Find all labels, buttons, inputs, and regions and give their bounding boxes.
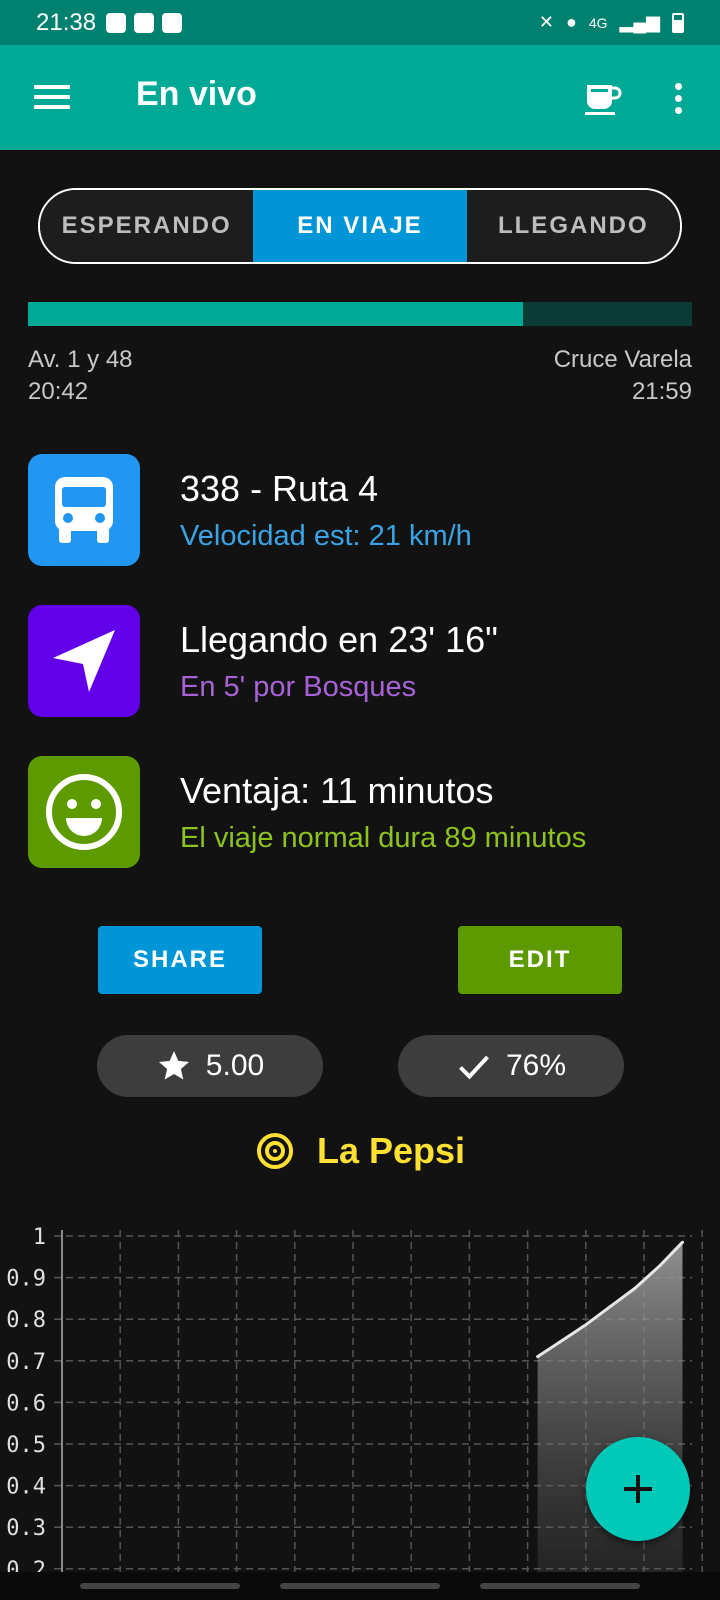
rating-value: 5.00 <box>205 1049 265 1082</box>
accuracy-value: 76% <box>505 1049 567 1082</box>
chart-point <box>558 1340 562 1344</box>
more-options-icon[interactable] <box>666 79 690 119</box>
app-notification-icon <box>162 12 183 33</box>
chart-point <box>633 1286 637 1290</box>
chart-y-tick-label: 0.7 <box>6 1350 46 1375</box>
advantage-subtitle: El viaje normal dura 89 minutos <box>180 822 587 854</box>
arrival-title: Llegando en 23' 16" <box>180 619 498 660</box>
mute-icon: ✕ <box>538 12 554 32</box>
trip-progress-fill <box>28 302 523 326</box>
signal-icon: ▂▄▆ <box>619 12 660 32</box>
chart-point <box>608 1305 612 1309</box>
location-icon: ● <box>565 12 577 32</box>
arrival-info-row: Llegando en 23' 16" En 5' por Bosques <box>28 605 692 717</box>
origin-time: 20:42 <box>28 378 89 405</box>
target-location-icon <box>256 1133 293 1169</box>
route-origin: Av. 1 y 48 20:42 <box>28 344 133 408</box>
home-button[interactable] <box>280 1583 440 1589</box>
bus-icon <box>28 454 140 566</box>
speed-estimate: Velocidad est: 21 km/h <box>180 520 472 552</box>
trip-progress-bar <box>28 302 692 326</box>
coffee-icon[interactable] <box>582 79 622 119</box>
tab-esperando[interactable]: ESPERANDO <box>40 190 254 262</box>
arrival-subtitle: En 5' por Bosques <box>180 671 417 703</box>
back-button[interactable] <box>480 1583 640 1589</box>
chart-y-tick-label: 0.8 <box>6 1308 46 1333</box>
app-notification-icon <box>106 12 127 33</box>
page-title: En vivo <box>136 75 257 113</box>
chart-y-tick-label: 0.9 <box>6 1267 46 1292</box>
rating-badge: 5.00 <box>97 1035 323 1097</box>
bus-info-row: 338 - Ruta 4 Velocidad est: 21 km/h <box>28 454 692 566</box>
navigation-arrow-icon <box>28 605 140 717</box>
tab-en-viaje[interactable]: EN VIAJE <box>253 190 467 262</box>
chart-y-tick-label: 0.6 <box>6 1391 46 1416</box>
destination-time: 21:59 <box>631 378 692 405</box>
plus-icon <box>624 1475 652 1503</box>
edit-button[interactable]: EDIT <box>458 926 622 994</box>
check-icon <box>459 1055 489 1080</box>
accuracy-badge: 76% <box>398 1035 624 1097</box>
chart-y-tick-label: 0.5 <box>6 1433 46 1458</box>
status-bar: 21:38 ✕ ● 4G ▂▄▆ <box>0 0 720 45</box>
chart-point <box>659 1263 662 1267</box>
share-button[interactable]: SHARE <box>98 926 262 994</box>
chart-point <box>583 1323 587 1327</box>
star-icon <box>158 1051 189 1080</box>
chart-point <box>681 1240 685 1244</box>
chart-point <box>536 1355 540 1359</box>
place-header: La Pepsi <box>0 1130 720 1172</box>
battery-icon <box>672 12 684 33</box>
place-name: La Pepsi <box>316 1130 466 1171</box>
menu-icon[interactable] <box>34 85 70 109</box>
route-destination: Cruce Varela 21:59 <box>554 344 692 408</box>
tab-llegando[interactable]: LLEGANDO <box>466 190 680 262</box>
smiley-icon <box>28 756 140 868</box>
chart-y-tick-label: 0.4 <box>6 1475 46 1500</box>
advantage-info-row: Ventaja: 11 minutos El viaje normal dura… <box>28 756 692 868</box>
route-title: 338 - Ruta 4 <box>180 468 379 509</box>
status-time: 21:38 <box>36 8 97 36</box>
app-bar: En vivo <box>0 45 720 150</box>
origin-name: Av. 1 y 48 <box>28 346 133 373</box>
trip-state-tabs: ESPERANDO EN VIAJE LLEGANDO <box>38 188 682 264</box>
chart-y-tick-label: 0.3 <box>6 1516 46 1541</box>
recent-apps-button[interactable] <box>80 1583 240 1589</box>
system-navigation-bar <box>0 1572 720 1600</box>
chart-y-tick-label: 1 <box>33 1225 46 1250</box>
bus-notification-icon <box>134 12 155 33</box>
add-button[interactable] <box>586 1437 690 1541</box>
network-label: 4G <box>588 14 608 31</box>
destination-name: Cruce Varela <box>553 346 692 373</box>
advantage-title: Ventaja: 11 minutos <box>180 770 494 811</box>
